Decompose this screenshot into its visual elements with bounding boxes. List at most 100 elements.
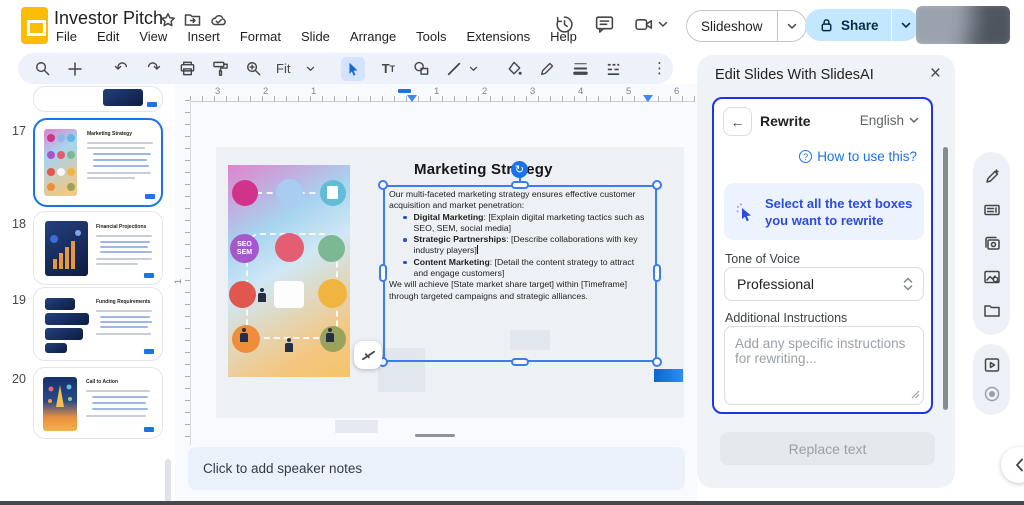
- search-menus-icon[interactable]: [32, 59, 52, 79]
- tone-of-voice-select[interactable]: Professional: [724, 267, 924, 301]
- indent-triangle-marker[interactable]: [407, 95, 417, 102]
- new-slide-button[interactable]: [65, 59, 85, 79]
- select-textboxes-prompt[interactable]: Select all the text boxes you want to re…: [724, 183, 924, 240]
- image-search-icon[interactable]: [983, 268, 1001, 286]
- fill-color-icon[interactable]: [504, 59, 524, 79]
- resize-handle-w[interactable]: [379, 264, 387, 282]
- document-title[interactable]: Investor Pitch: [54, 8, 163, 29]
- google-slides-window: Investor Pitch File Edit View Insert For…: [0, 0, 1024, 505]
- textbox-tool-button[interactable]: TT: [378, 59, 398, 79]
- zoom-fit-select[interactable]: Fit: [276, 61, 315, 76]
- slides-logo-icon[interactable]: [21, 7, 48, 44]
- tone-of-voice-label: Tone of Voice: [725, 252, 800, 266]
- menu-bar: File Edit View Insert Format Slide Arran…: [48, 27, 585, 46]
- menu-arrange[interactable]: Arrange: [342, 27, 404, 46]
- border-color-icon[interactable]: [537, 59, 557, 79]
- tone-value: Professional: [737, 276, 814, 292]
- language-select[interactable]: English: [860, 113, 919, 128]
- floating-line-tool-button[interactable]: [354, 341, 382, 369]
- menu-slide[interactable]: Slide: [293, 27, 338, 46]
- slide-thumbnail-16[interactable]: [33, 86, 163, 112]
- border-dash-icon[interactable]: [603, 59, 623, 79]
- border-weight-icon[interactable]: [570, 59, 590, 79]
- slide-title[interactable]: Marketing Strategy: [414, 161, 553, 178]
- resize-handle-nw[interactable]: [378, 180, 388, 190]
- video-play-icon[interactable]: [983, 356, 1001, 374]
- resize-handle-s[interactable]: [511, 358, 529, 366]
- menu-extensions[interactable]: Extensions: [459, 27, 539, 46]
- version-history-icon[interactable]: [554, 14, 575, 35]
- panel-title: Edit Slides With SlidesAI: [715, 67, 874, 83]
- indent-marker[interactable]: [398, 89, 411, 93]
- resize-handle-ne[interactable]: [652, 180, 662, 190]
- redo-button[interactable]: ↷: [144, 59, 164, 79]
- paint-format-icon[interactable]: [210, 59, 230, 79]
- menu-format[interactable]: Format: [232, 27, 289, 46]
- marketing-infographic-image[interactable]: SEO SEM: [228, 165, 350, 377]
- line-tool-button[interactable]: [444, 59, 464, 79]
- comments-icon[interactable]: [594, 14, 615, 35]
- slideshow-button[interactable]: Slideshow: [686, 10, 807, 42]
- account-avatar[interactable]: [916, 6, 1010, 44]
- panel-scrollbar[interactable]: [943, 147, 948, 410]
- seo-sem-node: SEO SEM: [230, 234, 259, 263]
- move-folder-icon[interactable]: [184, 12, 201, 28]
- collapse-rail-button[interactable]: [1001, 447, 1024, 483]
- zoom-icon[interactable]: [243, 59, 263, 79]
- select-prompt-label: Select all the text boxes you want to re…: [765, 195, 914, 229]
- meet-dropdown-caret-icon[interactable]: [658, 21, 668, 28]
- resize-handle-n[interactable]: [511, 181, 529, 189]
- right-indent-marker[interactable]: [643, 95, 653, 102]
- magic-write-icon[interactable]: [983, 168, 1001, 186]
- close-panel-icon[interactable]: ×: [930, 63, 941, 85]
- slide-number: 20: [8, 372, 30, 386]
- menu-edit[interactable]: Edit: [89, 27, 127, 46]
- shape-tool-button[interactable]: [411, 59, 431, 79]
- undo-button[interactable]: ↶: [111, 59, 131, 79]
- toolbar: ↶ ↷ Fit TT ⋮: [18, 53, 673, 84]
- slide-corner-decoration: [654, 369, 683, 382]
- slide-number: 19: [8, 293, 30, 307]
- text-box-content[interactable]: Our multi-faceted marketing strategy ens…: [389, 189, 651, 358]
- slide-thumbnail-19[interactable]: Funding Requirements: [33, 287, 163, 361]
- resize-handle-se[interactable]: [652, 357, 662, 367]
- rail-group-top: [973, 152, 1010, 335]
- slide-number: 17: [8, 124, 30, 138]
- menu-insert[interactable]: Insert: [179, 27, 228, 46]
- print-button[interactable]: [177, 59, 197, 79]
- textarea-resize-icon[interactable]: [911, 390, 920, 399]
- share-button[interactable]: Share: [805, 9, 920, 41]
- menu-tools[interactable]: Tools: [408, 27, 454, 46]
- resize-handle-e[interactable]: [653, 264, 661, 282]
- selected-text-box[interactable]: Our multi-faceted marketing strategy ens…: [383, 185, 657, 362]
- rotate-handle-icon[interactable]: ↻: [511, 161, 528, 178]
- how-to-use-link[interactable]: ? How to use this?: [799, 149, 917, 164]
- slide-editing-area[interactable]: SEO SEM Marketing Strategy ↻ Our multi-f…: [216, 147, 684, 418]
- horizontal-ruler: 3 2 1 1 2 3 4 5 6: [190, 86, 695, 102]
- lock-icon: [819, 17, 834, 33]
- record-icon[interactable]: [983, 385, 1001, 403]
- replace-text-button[interactable]: Replace text: [720, 432, 935, 465]
- cloud-status-icon[interactable]: [210, 12, 228, 28]
- slide-thumbnail-17-selected[interactable]: Marketing Strategy: [33, 118, 163, 207]
- duplicate-slides-icon[interactable]: [983, 235, 1001, 253]
- vertical-ruler: 1: [175, 100, 191, 445]
- notes-drag-handle[interactable]: [415, 434, 455, 437]
- filmstrip-scrollbar[interactable]: [165, 459, 171, 505]
- menu-file[interactable]: File: [48, 27, 85, 46]
- line-tool-caret-icon[interactable]: [469, 66, 478, 72]
- meet-camera-icon[interactable]: [634, 14, 655, 35]
- folder-icon[interactable]: [983, 302, 1001, 320]
- menu-view[interactable]: View: [131, 27, 175, 46]
- star-icon[interactable]: [160, 12, 176, 28]
- back-button[interactable]: ←: [723, 107, 752, 136]
- slide-thumbnail-18[interactable]: Financial Projections: [33, 211, 163, 285]
- slide-thumbnail-20[interactable]: Call to Action: [33, 367, 163, 439]
- select-tool-button[interactable]: [341, 57, 365, 81]
- additional-instructions-input[interactable]: [724, 326, 924, 405]
- slideshow-dropdown-caret-icon[interactable]: [778, 23, 806, 30]
- form-summary-icon[interactable]: [983, 201, 1001, 219]
- canvas: 3 2 1 1 2 3 4 5 6 1: [175, 84, 697, 505]
- speaker-notes[interactable]: Click to add speaker notes: [188, 447, 685, 490]
- more-tools-icon[interactable]: ⋮: [649, 59, 669, 79]
